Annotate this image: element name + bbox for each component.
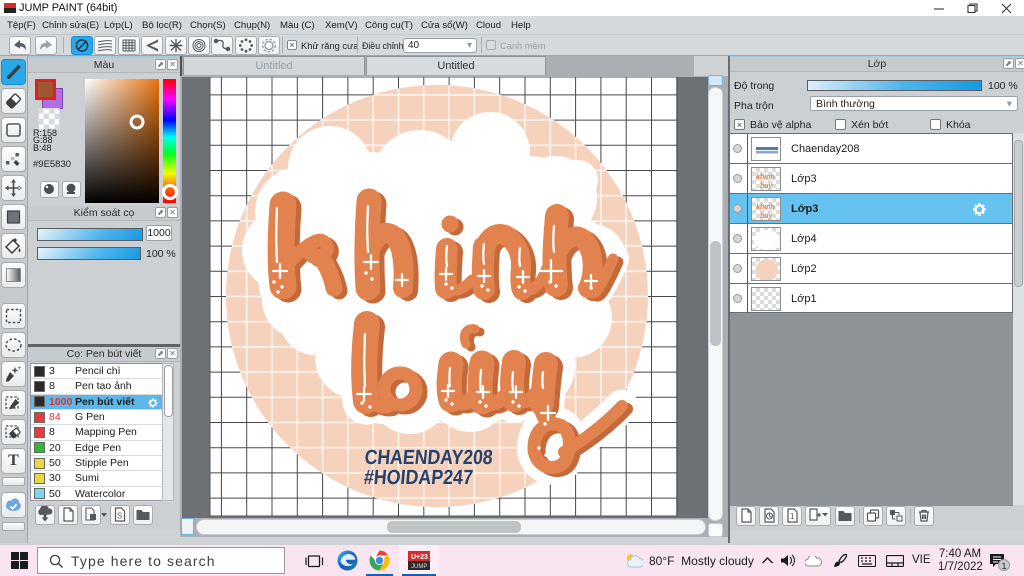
svg-text:bủy: bủy — [760, 183, 774, 190]
svg-text:S: S — [117, 512, 122, 521]
svg-text:khinh: khinh — [756, 174, 775, 181]
svg-text:bủy: bủy — [760, 213, 774, 220]
svg-text:1: 1 — [790, 512, 795, 521]
svg-text:JUMP: JUMP — [411, 564, 427, 570]
svg-text:#HOIDAP247: #HOIDAP247 — [363, 466, 474, 489]
svg-text:U+23: U+23 — [411, 554, 428, 561]
svg-text:khinh: khinh — [756, 204, 775, 211]
